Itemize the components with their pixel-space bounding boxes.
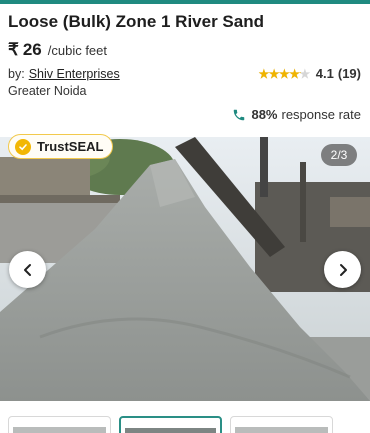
star-rating-icon: ★★★★★ ★★★★★ bbox=[258, 66, 311, 81]
trustseal-badge[interactable]: TrustSEAL bbox=[8, 134, 114, 159]
phone-icon bbox=[234, 109, 245, 120]
sand-pile-photo bbox=[0, 137, 370, 401]
seller-line: by: Shiv Enterprises bbox=[8, 67, 120, 81]
rating-count: (19) bbox=[337, 66, 361, 81]
previous-image-button[interactable] bbox=[9, 251, 46, 288]
price-block: ₹ 26 /cubic feet bbox=[8, 40, 107, 60]
response-label: response rate bbox=[281, 107, 362, 122]
seller-by-label: by: bbox=[8, 67, 25, 81]
price-unit: /cubic feet bbox=[47, 43, 108, 58]
seller-name-link[interactable]: Shiv Enterprises bbox=[29, 67, 120, 81]
thumbnail-1[interactable] bbox=[8, 416, 111, 433]
response-percent: 88% bbox=[251, 107, 278, 122]
thumbnail-2[interactable] bbox=[119, 416, 222, 433]
product-title: Loose (Bulk) Zone 1 River Sand bbox=[8, 12, 264, 31]
response-rate: 88% response rate bbox=[232, 107, 361, 122]
seller-location: Greater Noida bbox=[8, 84, 87, 98]
thumbnail-3[interactable] bbox=[230, 416, 333, 433]
next-image-button[interactable] bbox=[324, 251, 361, 288]
image-counter: 2/3 bbox=[321, 144, 357, 166]
chevron-left-icon bbox=[23, 263, 31, 276]
rating-summary[interactable]: ★★★★★ ★★★★★ 4.1 (19) bbox=[259, 66, 362, 81]
rating-score: 4.1 bbox=[315, 66, 334, 81]
currency-symbol: ₹ bbox=[8, 40, 19, 59]
trustseal-label: TrustSEAL bbox=[37, 139, 104, 154]
thumbnail-strip bbox=[0, 410, 370, 433]
top-accent-bar bbox=[0, 0, 370, 4]
product-image-gallery[interactable] bbox=[0, 137, 370, 401]
price-value: 26 bbox=[22, 40, 42, 59]
checkmark-seal-icon bbox=[15, 138, 31, 155]
chevron-right-icon bbox=[339, 263, 347, 276]
